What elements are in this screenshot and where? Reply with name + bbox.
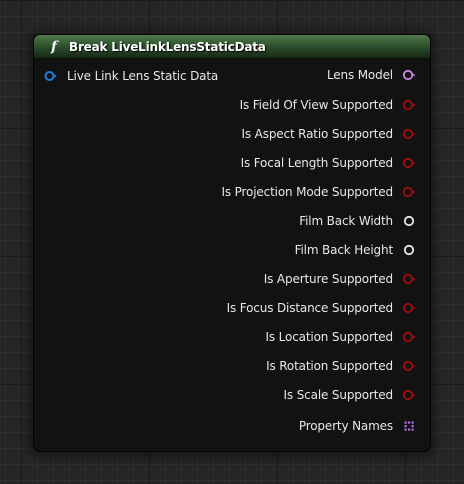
output-pin-row[interactable]: Lens Model [327,65,416,85]
output-pin-label: Is Aspect Ratio Supported [241,127,394,141]
bool-pin-icon[interactable] [402,156,416,170]
float-pin-icon[interactable] [402,243,416,257]
output-pin-label: Lens Model [326,68,393,82]
object-pin-icon[interactable] [402,68,416,82]
output-pin-row[interactable]: Film Back Width [299,211,416,231]
bool-pin-icon[interactable] [402,301,416,315]
bool-pin-icon[interactable] [402,98,416,112]
float-pin-icon[interactable] [402,214,416,228]
node-title: Break LiveLinkLensStaticData [69,39,266,54]
output-pin-label: Property Names [298,419,393,433]
output-pin-row[interactable]: Is Focal Length Supported [241,153,416,173]
output-pin-row[interactable]: Is Field Of View Supported [240,95,416,115]
node-header[interactable]: f Break LiveLinkLensStaticData [34,35,430,59]
break-struct-node[interactable]: f Break LiveLinkLensStaticData Live Link… [33,34,431,452]
output-pin-row[interactable]: Is Scale Supported [284,385,416,405]
bool-pin-icon[interactable] [402,272,416,286]
output-pin-row[interactable]: Is Rotation Supported [266,356,416,376]
output-pin-label: Is Aperture Supported [263,272,393,286]
struct-pin-icon[interactable] [43,69,57,83]
bool-pin-icon[interactable] [402,388,416,402]
output-pin-label: Is Projection Mode Supported [221,185,393,199]
function-icon: f [50,38,58,55]
output-pin-row[interactable]: Is Focus Distance Supported [227,298,416,318]
output-pin-row[interactable]: Film Back Height [295,240,416,260]
output-pin-label: Is Field Of View Supported [239,98,394,112]
bool-pin-icon[interactable] [402,359,416,373]
output-pin-label: Film Back Width [299,214,393,228]
output-pin-row[interactable]: Is Projection Mode Supported [221,182,416,202]
output-pin-row[interactable]: Is Aspect Ratio Supported [242,124,417,144]
output-pin-row[interactable]: Is Aperture Supported [264,269,416,289]
output-pin-row[interactable]: Property Names [299,416,416,436]
bool-pin-icon[interactable] [402,330,416,344]
output-pin-row[interactable]: Is Location Supported [266,327,416,347]
input-pin-row[interactable]: Live Link Lens Static Data [43,66,218,86]
name-set-pin-icon[interactable] [402,419,416,433]
output-pin-label: Is Focal Length Supported [240,156,394,170]
output-pin-label: Is Scale Supported [283,388,394,402]
output-pin-label: Is Rotation Supported [266,359,393,373]
output-pin-label: Is Focus Distance Supported [226,301,394,315]
output-pin-label: Is Location Supported [265,330,394,344]
output-pin-label: Film Back Height [294,243,394,257]
bool-pin-icon[interactable] [402,127,416,141]
bool-pin-icon[interactable] [402,185,416,199]
input-pin-label: Live Link Lens Static Data [67,69,219,83]
